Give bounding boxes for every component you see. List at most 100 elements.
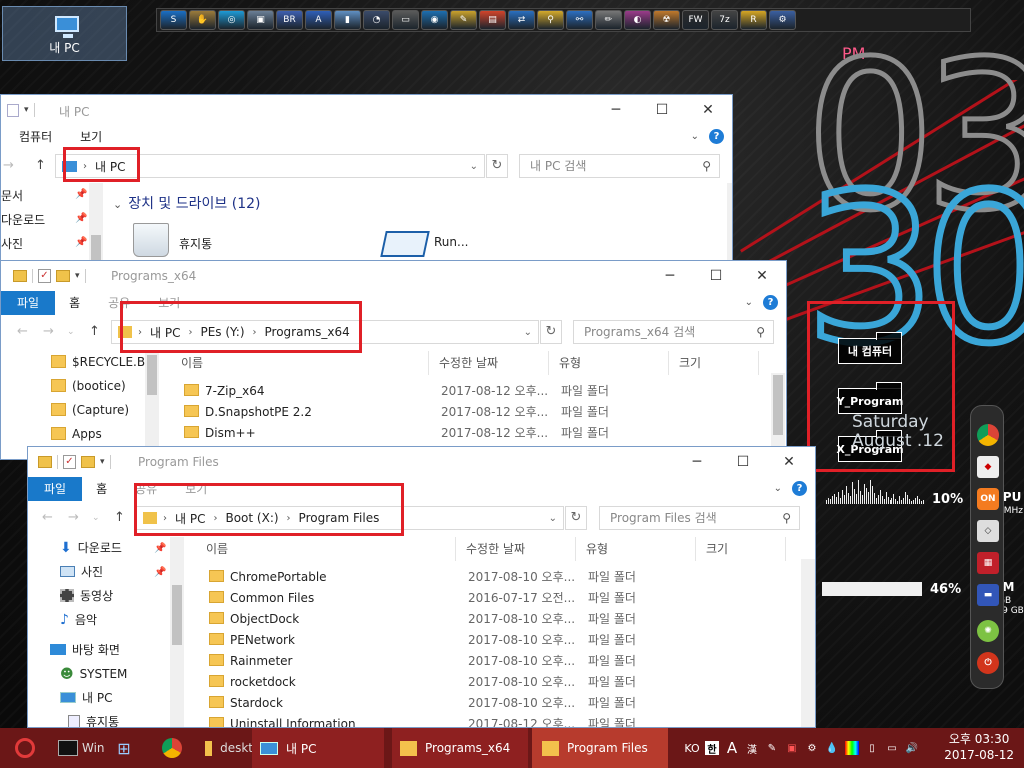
- dock-app-icon[interactable]: ▮: [334, 10, 361, 30]
- minimize-button[interactable]: ─: [647, 264, 693, 288]
- green-app-icon[interactable]: ✺: [977, 620, 999, 642]
- table-row[interactable]: 7-Zip_x64 2017-08-12 오후... 파일 폴더: [184, 381, 609, 402]
- drive-run[interactable]: Run...: [434, 235, 468, 249]
- ime-hangul-indicator[interactable]: 한: [705, 741, 719, 756]
- recent-dropdown-icon[interactable]: ⌄: [92, 513, 100, 523]
- nav-item-videos[interactable]: 동영상: [60, 585, 113, 607]
- properties-icon[interactable]: [7, 103, 19, 117]
- dock-app-icon[interactable]: ⚲: [537, 10, 564, 30]
- refresh-button[interactable]: ↻: [540, 320, 562, 344]
- up-arrow-icon[interactable]: ↑: [35, 158, 46, 173]
- close-button[interactable]: ✕: [739, 264, 785, 288]
- dock-app-icon[interactable]: ◉: [421, 10, 448, 30]
- dock-app-icon[interactable]: ◔: [363, 10, 390, 30]
- taskbar-item-chrome[interactable]: [158, 728, 186, 768]
- dock-app-icon[interactable]: FW: [682, 10, 709, 30]
- nav-item-downloads[interactable]: ⬇ 다운로드: [60, 537, 122, 559]
- column-size[interactable]: 크기: [669, 351, 759, 375]
- table-row[interactable]: ObjectDock 2017-08-10 오후... 파일 폴더: [209, 609, 636, 630]
- nav-item-capture[interactable]: (Capture): [51, 399, 129, 421]
- close-button[interactable]: ✕: [685, 98, 731, 122]
- search-input[interactable]: Programs_x64 검색 ⚲: [573, 320, 774, 344]
- taskbar-item-program-files[interactable]: Program Files: [532, 728, 668, 768]
- settings-icon[interactable]: ⚙: [805, 741, 819, 755]
- app-icon-red[interactable]: ◆: [977, 456, 999, 478]
- nav-item-downloads[interactable]: 다운로드: [1, 209, 45, 231]
- power-icon[interactable]: ⏻: [977, 652, 999, 674]
- minimize-button[interactable]: ─: [674, 450, 720, 474]
- taskbar-clock[interactable]: 오후 03:30 2017-08-12: [944, 731, 1014, 763]
- recorder-icon[interactable]: ON: [977, 488, 999, 510]
- dock-app-icon[interactable]: ▣: [247, 10, 274, 30]
- close-button[interactable]: ✕: [766, 450, 812, 474]
- table-row[interactable]: D.SnapshotPE 2.2 2017-08-12 오후... 파일 폴더: [184, 402, 609, 423]
- nav-item-recycle-bin-folder[interactable]: $RECYCLE.BIN: [51, 351, 158, 373]
- nav-scrollbar[interactable]: [170, 537, 184, 727]
- recent-dropdown-icon[interactable]: ⌄: [67, 327, 75, 337]
- minimize-button[interactable]: ─: [593, 98, 639, 122]
- chevron-down-icon[interactable]: ▾: [75, 271, 80, 281]
- tab-home[interactable]: 홈: [55, 291, 94, 315]
- dock-app-icon[interactable]: 7z: [711, 10, 738, 30]
- start-button[interactable]: [10, 728, 40, 768]
- dock-app-icon[interactable]: BR: [276, 10, 303, 30]
- column-type[interactable]: 유형: [549, 351, 669, 375]
- properties-icon[interactable]: ✓: [38, 269, 51, 283]
- ribbon-expand-icon[interactable]: ⌄: [691, 131, 699, 142]
- dock-app-icon[interactable]: S: [160, 10, 187, 30]
- volume-icon[interactable]: 🔊: [905, 741, 919, 755]
- nav-item-pictures[interactable]: 사진: [60, 561, 103, 583]
- chrome-icon[interactable]: [977, 424, 999, 446]
- language-indicator[interactable]: KO: [684, 741, 699, 755]
- table-row[interactable]: Uninstall Information 2017-08-12 오후... 파일 …: [209, 714, 636, 727]
- tab-home[interactable]: 홈: [82, 477, 121, 501]
- new-folder-icon[interactable]: [81, 456, 95, 468]
- drop-icon[interactable]: 💧: [825, 741, 839, 755]
- table-row[interactable]: Stardock 2017-08-10 오후... 파일 폴더: [209, 693, 636, 714]
- desktop-icon-my-pc[interactable]: 내 PC: [2, 6, 127, 61]
- dock-app-icon[interactable]: ✏: [595, 10, 622, 30]
- dock-app-icon[interactable]: ☢: [653, 10, 680, 30]
- ime-alpha-indicator[interactable]: A: [725, 739, 739, 757]
- dock-app-icon[interactable]: ⚙: [769, 10, 796, 30]
- tab-file[interactable]: 파일: [1, 291, 56, 315]
- grid-app-icon[interactable]: ▦: [977, 552, 999, 574]
- nav-item-my-pc[interactable]: 내 PC: [60, 687, 112, 709]
- usb-icon[interactable]: ▯: [865, 741, 879, 755]
- forward-arrow-icon[interactable]: →: [3, 158, 14, 173]
- dock-app-icon[interactable]: R: [740, 10, 767, 30]
- nav-item-pictures[interactable]: 사진: [1, 233, 23, 255]
- search-input[interactable]: 내 PC 검색 ⚲: [519, 154, 720, 178]
- nav-scrollbar[interactable]: [89, 183, 103, 263]
- tab-computer[interactable]: 컴퓨터: [1, 125, 66, 149]
- dock-app-icon[interactable]: ◎: [218, 10, 245, 30]
- nav-item-system[interactable]: ☻ SYSTEM: [60, 663, 127, 685]
- forward-arrow-icon[interactable]: →: [43, 324, 54, 339]
- forward-arrow-icon[interactable]: →: [68, 510, 79, 525]
- network-tray-icon[interactable]: ▭: [885, 741, 899, 755]
- taskbar-item-network[interactable]: ⊞: [110, 728, 138, 768]
- new-folder-icon[interactable]: [56, 270, 70, 282]
- column-name[interactable]: 이름: [171, 351, 429, 375]
- help-icon[interactable]: ?: [763, 295, 778, 310]
- ime-options-icon[interactable]: ✎: [765, 741, 779, 755]
- table-row[interactable]: ChromePortable 2017-08-10 오후... 파일 폴더: [209, 567, 636, 588]
- dock-app-icon[interactable]: ⇄: [508, 10, 535, 30]
- table-row[interactable]: Dism++ 2017-08-12 오후... 파일 폴더: [184, 423, 609, 444]
- scrollbar-thumb[interactable]: [773, 375, 783, 435]
- tab-file[interactable]: 파일: [28, 477, 83, 501]
- properties-icon[interactable]: ✓: [63, 455, 76, 469]
- search-input[interactable]: Program Files 검색 ⚲: [599, 506, 800, 530]
- eraser-icon[interactable]: ◇: [977, 520, 999, 542]
- maximize-button[interactable]: ☐: [639, 98, 685, 122]
- chevron-down-icon[interactable]: ⌄: [549, 513, 557, 524]
- taskbar-item-my-pc[interactable]: 내 PC: [252, 728, 384, 768]
- help-icon[interactable]: ?: [709, 129, 724, 144]
- app-tray-icon[interactable]: ▣: [785, 741, 799, 755]
- table-row[interactable]: PENetwork 2017-08-10 오후... 파일 폴더: [209, 630, 636, 651]
- tab-view[interactable]: 보기: [66, 125, 116, 149]
- chevron-down-icon[interactable]: ▾: [100, 457, 105, 467]
- scrollbar-thumb[interactable]: [172, 585, 182, 645]
- ime-hanja-indicator[interactable]: 漢: [745, 741, 759, 756]
- monitor-app-icon[interactable]: ▬: [977, 584, 999, 606]
